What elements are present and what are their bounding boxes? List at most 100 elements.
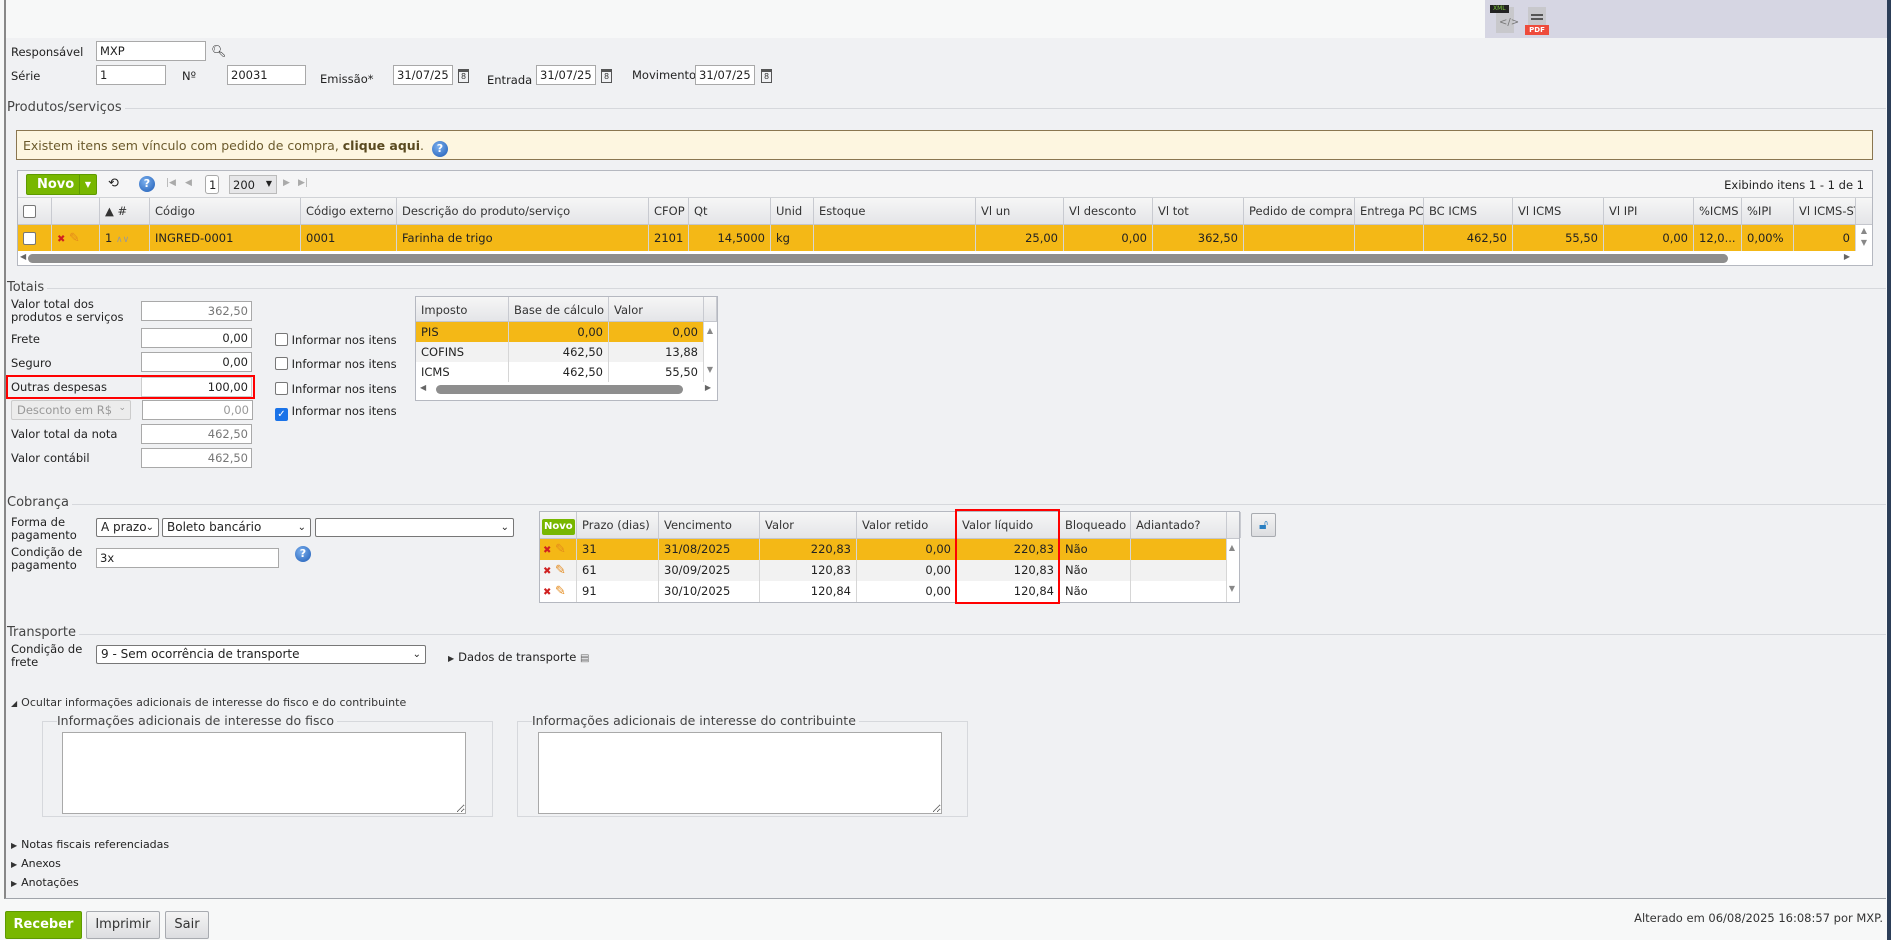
row-checkbox-cell[interactable] [18,225,52,251]
last-page-icon[interactable]: ▶| [298,178,308,188]
column-header[interactable]: Descrição do produto/serviço [397,198,649,224]
delete-icon[interactable]: ✖ [543,587,551,598]
informar-checkbox[interactable] [275,357,288,370]
informar-checkbox[interactable]: ✓ [275,408,288,421]
serie-input[interactable]: 1 [96,65,166,85]
pdf-export-icon[interactable]: PDF [1525,3,1551,35]
refresh-icon[interactable]: ⟲ [108,176,119,191]
fisco-textarea[interactable] [62,732,466,814]
xml-export-icon[interactable]: XML </> [1490,3,1519,35]
column-header[interactable]: Prazo (dias) [577,512,659,538]
condicao-frete-select[interactable]: 9 - Sem ocorrência de transporte ⌄ [96,645,426,664]
informar-nos-itens-option[interactable]: ✓ Informar nos itens [275,404,397,421]
sair-button[interactable]: Sair [165,911,209,939]
column-header[interactable]: Bloqueado [1060,512,1131,538]
column-header[interactable]: Código externo [301,198,397,224]
page-input[interactable]: 1 [205,175,219,194]
column-header[interactable]: BC ICMS [1424,198,1513,224]
page-size-select[interactable]: 200 ▼ [229,175,277,194]
receber-button[interactable]: Receber [5,911,82,939]
outras-despesas-input[interactable]: 100,00 [141,377,252,397]
calendar-icon[interactable]: 8 [761,69,772,83]
informar-nos-itens-option[interactable]: Informar nos itens [275,380,397,396]
column-header[interactable]: Vl desconto [1064,198,1153,224]
column-header[interactable]: Qt [689,198,771,224]
prev-page-icon[interactable]: ◀ [185,178,192,188]
column-header[interactable]: Vl ICMS-ST [1794,198,1856,224]
informar-checkbox[interactable] [275,333,288,346]
search-icon[interactable]: 🔍︎ [211,44,226,58]
column-header[interactable]: Entrega PC [1355,198,1424,224]
help-icon[interactable]: ? [139,176,155,192]
seguro-input[interactable]: 0,00 [141,352,252,372]
movimento-input[interactable]: 31/07/25 [695,65,755,85]
row-checkbox[interactable] [23,232,36,245]
edit-icon[interactable]: ✎ [555,542,566,557]
table-row[interactable]: ✖ ✎ 61 30/09/2025 120,83 0,00 120,83 Não [540,560,1227,581]
dados-transporte-link[interactable]: ▶ Dados de transporte ▤ [448,650,589,664]
numero-input[interactable]: 20031 [227,65,306,85]
column-header[interactable]: Vl tot [1153,198,1244,224]
novo-parcela-button[interactable]: Novo [542,519,575,535]
table-row[interactable]: ICMS 462,50 55,50 [416,362,704,382]
unlock-button[interactable]: 🔓︎ [1251,513,1276,537]
edit-icon[interactable]: ✎ [555,563,566,578]
first-page-icon[interactable]: |◀ [166,178,176,188]
responsavel-input[interactable]: MXP [96,41,206,61]
column-header[interactable]: CFOP [649,198,689,224]
table-row[interactable]: ✖ ✎ 31 31/08/2025 220,83 0,00 220,83 Não [540,539,1227,560]
vertical-scrollbar[interactable]: ▲ ▼ [1225,539,1239,602]
column-header[interactable]: Unid [771,198,814,224]
help-icon[interactable]: ? [295,546,311,562]
column-header[interactable]: Pedido de compra [1244,198,1355,224]
imprimir-button[interactable]: Imprimir [86,911,160,939]
edit-icon[interactable]: ✎ [69,231,80,246]
entrada-input[interactable]: 31/07/25 [536,65,596,85]
column-header[interactable]: %ICMS [1694,198,1742,224]
vertical-scrollbar[interactable]: ▲ ▼ [703,322,717,380]
column-header[interactable] [52,198,100,224]
move-down-icon[interactable]: ∨ [123,235,130,245]
calendar-icon[interactable]: 8 [601,69,612,83]
forma-tipo-select[interactable]: A prazo ⌄ [96,518,159,537]
condicao-pagamento-input[interactable]: 3x [96,548,279,568]
delete-icon[interactable]: ✖ [543,566,551,577]
notas-referenciadas-toggle[interactable]: ▶ Notas fiscais referenciadas [11,838,169,851]
window-scrollbar[interactable] [1887,0,1891,940]
anotacoes-toggle[interactable]: ▶ Anotações [11,876,79,889]
horizontal-scrollbar[interactable]: ◀ ▶ [18,252,1872,265]
column-header[interactable]: Estoque [814,198,976,224]
delete-icon[interactable]: ✖ [57,234,65,245]
emissao-input[interactable]: 31/07/25 [393,65,453,85]
notice-link[interactable]: clique aqui [343,138,420,153]
forma-meio-select[interactable]: Boleto bancário ⌄ [162,518,311,537]
table-row[interactable]: ✖ ✎ 1 ∧∨ INGRED-0001 0001 Farinha de trigo 21… [18,225,1856,251]
vertical-scrollbar[interactable]: ▲ ▼ [1856,225,1872,251]
help-icon[interactable]: ? [431,141,448,157]
calendar-icon[interactable]: 8 [458,69,469,83]
edit-icon[interactable]: ✎ [555,584,566,599]
adicionais-toggle[interactable]: ◢ Ocultar informações adicionais de inter… [11,696,406,709]
informar-nos-itens-option[interactable]: Informar nos itens [275,331,397,347]
column-header[interactable] [18,198,52,224]
column-header[interactable]: Vencimento [659,512,760,538]
column-header[interactable]: ▲ # [100,198,150,224]
forma-extra-select[interactable]: ⌄ [315,518,514,537]
informar-checkbox[interactable] [275,382,288,395]
contribuinte-textarea[interactable] [538,732,942,814]
column-header[interactable]: Valor retido [857,512,957,538]
dropdown-arrow-icon[interactable]: ▼ [79,175,96,194]
column-header[interactable]: Vl ICMS [1513,198,1604,224]
column-header[interactable]: Vl un [976,198,1064,224]
table-row[interactable]: ✖ ✎ 91 30/10/2025 120,84 0,00 120,84 Não [540,581,1227,602]
column-header[interactable]: Valor [609,297,704,321]
novo-button[interactable]: Novo ▼ [26,174,97,195]
column-header[interactable]: Código [150,198,301,224]
column-header[interactable]: Valor [760,512,857,538]
column-header[interactable]: Imposto [416,297,509,321]
horizontal-scrollbar[interactable]: ◀ ▶ [416,382,717,396]
table-row[interactable]: COFINS 462,50 13,88 [416,342,704,362]
table-row[interactable]: PIS 0,00 0,00 [416,322,704,342]
anexos-toggle[interactable]: ▶ Anexos [11,857,61,870]
column-header[interactable]: Vl IPI [1604,198,1694,224]
